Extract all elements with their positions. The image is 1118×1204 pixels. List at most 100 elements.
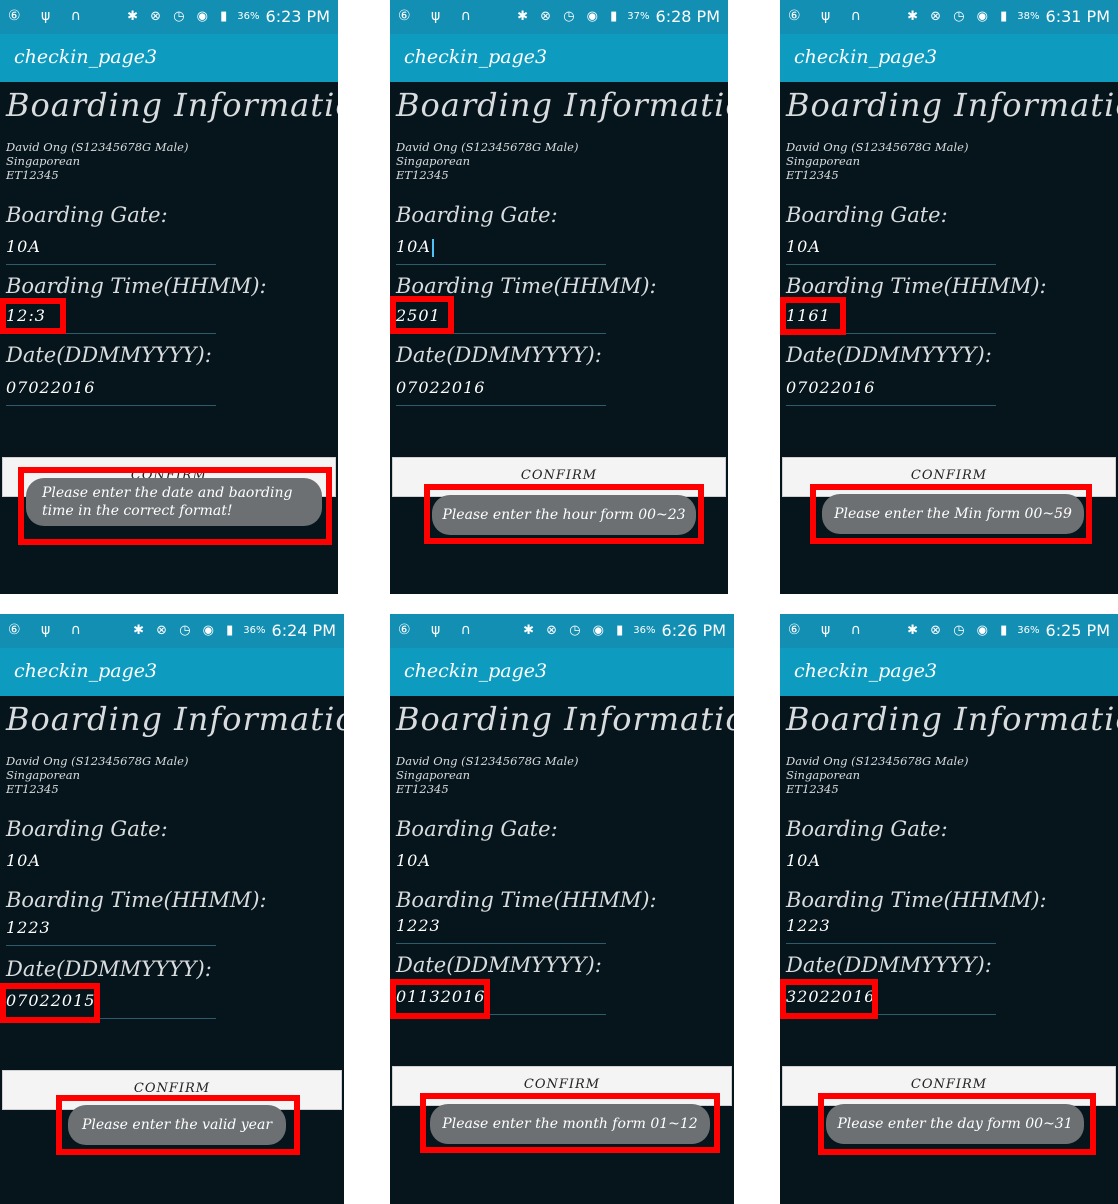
passenger-info: David Ong (S12345678G Male) Singaporean … — [786, 140, 968, 182]
system-icons: ✱ ⊗ ◷ ◉ ▮ — [907, 9, 1012, 24]
page-title: Boarding Information: — [396, 86, 728, 124]
status-time: 6:28 PM — [655, 7, 720, 26]
passenger-nationality: Singaporean — [786, 768, 861, 782]
gate-value: 10A — [396, 851, 431, 870]
highlight-box — [0, 298, 66, 334]
text-cursor — [431, 238, 434, 257]
passenger-info: David Ong (S12345678G Male) Singaporean … — [396, 754, 578, 796]
notification-icons: ⑥ ψ ∩ — [398, 8, 479, 24]
passenger-nationality: Singaporean — [6, 154, 81, 168]
gate-label: Boarding Gate: — [6, 203, 168, 227]
flight-number: ET12345 — [786, 168, 839, 182]
notification-icons: ⑥ ψ ∩ — [788, 8, 869, 24]
status-time: 6:25 PM — [1045, 621, 1110, 640]
status-time: 6:31 PM — [1045, 7, 1110, 26]
phone-screen-3: ⑥ ψ ∩ ✱ ⊗ ◷ ◉ ▮ 38% 6:31 PM checkin_page… — [780, 0, 1118, 594]
flight-number: ET12345 — [396, 168, 449, 182]
highlight-box — [424, 484, 704, 544]
phone-screen-1: ⑥ ψ ∩ ✱ ⊗ ◷ ◉ ▮ 36% 6:23 PM checkin_page… — [0, 0, 338, 594]
date-label: Date(DDMMYYYY): — [786, 343, 992, 367]
date-label: Date(DDMMYYYY): — [6, 957, 212, 981]
time-field[interactable]: 1223 — [6, 918, 216, 946]
highlight-box — [390, 296, 454, 334]
app-title: checkin_page3 — [794, 660, 938, 682]
gate-value: 10A — [396, 237, 431, 256]
status-bar: ⑥ ψ ∩ ✱ ⊗ ◷ ◉ ▮ 36% 6:23 PM — [0, 0, 338, 34]
time-field[interactable]: 1223 — [786, 916, 996, 944]
time-label: Boarding Time(HHMM): — [786, 888, 1047, 912]
app-title: checkin_page3 — [14, 660, 158, 682]
highlight-box — [0, 983, 100, 1023]
battery-level: 36% — [1017, 625, 1040, 636]
passenger-name: David Ong (S12345678G Male) — [6, 140, 189, 154]
battery-level: 36% — [237, 11, 260, 22]
passenger-name: David Ong (S12345678G Male) — [396, 140, 579, 154]
highlight-box — [420, 1093, 720, 1153]
passenger-name: David Ong (S12345678G Male) — [786, 754, 969, 768]
date-label: Date(DDMMYYYY): — [396, 953, 602, 977]
gate-field[interactable]: 10A — [6, 237, 216, 265]
time-field[interactable]: 1223 — [396, 916, 606, 944]
status-right: ✱ ⊗ ◷ ◉ ▮ 37% 6:28 PM — [517, 7, 720, 26]
status-right: ✱ ⊗ ◷ ◉ ▮ 36% 6:25 PM — [907, 621, 1110, 640]
highlight-box — [56, 1095, 300, 1155]
passenger-nationality: Singaporean — [786, 154, 861, 168]
system-icons: ✱ ⊗ ◷ ◉ ▮ — [127, 9, 232, 24]
highlight-box — [780, 979, 878, 1019]
passenger-info: David Ong (S12345678G Male) Singaporean … — [396, 140, 578, 182]
app-title: checkin_page3 — [794, 46, 938, 68]
app-bar: checkin_page3 — [0, 34, 338, 82]
date-field[interactable]: 07022016 — [6, 378, 216, 406]
date-label: Date(DDMMYYYY): — [396, 343, 602, 367]
battery-level: 37% — [627, 11, 650, 22]
passenger-name: David Ong (S12345678G Male) — [6, 754, 189, 768]
battery-level: 36% — [243, 625, 266, 636]
time-label: Boarding Time(HHMM): — [6, 274, 267, 298]
status-bar: ⑥ ψ ∩ ✱ ⊗ ◷ ◉ ▮ 36% 6:24 PM — [0, 614, 344, 648]
status-right: ✱ ⊗ ◷ ◉ ▮ 38% 6:31 PM — [907, 7, 1110, 26]
gate-field[interactable]: 10A — [396, 237, 606, 265]
time-label: Boarding Time(HHMM): — [786, 274, 1047, 298]
time-value: 1223 — [396, 916, 441, 935]
app-bar: checkin_page3 — [780, 34, 1118, 82]
gate-field[interactable]: 10A — [786, 237, 996, 265]
system-icons: ✱ ⊗ ◷ ◉ ▮ — [517, 9, 622, 24]
passenger-name: David Ong (S12345678G Male) — [396, 754, 579, 768]
passenger-name: David Ong (S12345678G Male) — [786, 140, 969, 154]
gate-value: 10A — [6, 237, 41, 256]
system-icons: ✱ ⊗ ◷ ◉ ▮ — [133, 623, 238, 638]
app-title: checkin_page3 — [404, 46, 548, 68]
date-field[interactable]: 07022016 — [786, 378, 996, 406]
passenger-info: David Ong (S12345678G Male) Singaporean … — [6, 754, 188, 796]
time-label: Boarding Time(HHMM): — [6, 888, 267, 912]
time-label: Boarding Time(HHMM): — [396, 888, 657, 912]
app-title: checkin_page3 — [404, 660, 548, 682]
gate-value: 10A — [786, 237, 821, 256]
passenger-nationality: Singaporean — [396, 154, 471, 168]
notification-icons: ⑥ ψ ∩ — [8, 622, 89, 638]
page-title: Boarding Information: — [396, 700, 734, 738]
gate-label: Boarding Gate: — [396, 817, 558, 841]
battery-level: 38% — [1017, 11, 1040, 22]
passenger-nationality: Singaporean — [396, 768, 471, 782]
flight-number: ET12345 — [396, 782, 449, 796]
battery-level: 36% — [633, 625, 656, 636]
status-bar: ⑥ ψ ∩ ✱ ⊗ ◷ ◉ ▮ 36% 6:25 PM — [780, 614, 1118, 648]
notification-icons: ⑥ ψ ∩ — [8, 8, 89, 24]
app-bar: checkin_page3 — [780, 648, 1118, 696]
page-title: Boarding Information: — [6, 86, 338, 124]
status-right: ✱ ⊗ ◷ ◉ ▮ 36% 6:24 PM — [133, 621, 336, 640]
time-label: Boarding Time(HHMM): — [396, 274, 657, 298]
highlight-box — [810, 484, 1092, 544]
time-value: 1223 — [6, 918, 51, 937]
page-title: Boarding Information: — [786, 86, 1118, 124]
date-field[interactable]: 07022016 — [396, 378, 606, 406]
highlight-box — [818, 1093, 1096, 1155]
gate-field[interactable]: 10A — [786, 851, 996, 879]
status-bar: ⑥ ψ ∩ ✱ ⊗ ◷ ◉ ▮ 36% 6:26 PM — [390, 614, 734, 648]
status-right: ✱ ⊗ ◷ ◉ ▮ 36% 6:23 PM — [127, 7, 330, 26]
app-bar: checkin_page3 — [390, 648, 734, 696]
gate-value: 10A — [6, 851, 41, 870]
gate-field[interactable]: 10A — [396, 851, 606, 879]
gate-field[interactable]: 10A — [6, 851, 216, 879]
